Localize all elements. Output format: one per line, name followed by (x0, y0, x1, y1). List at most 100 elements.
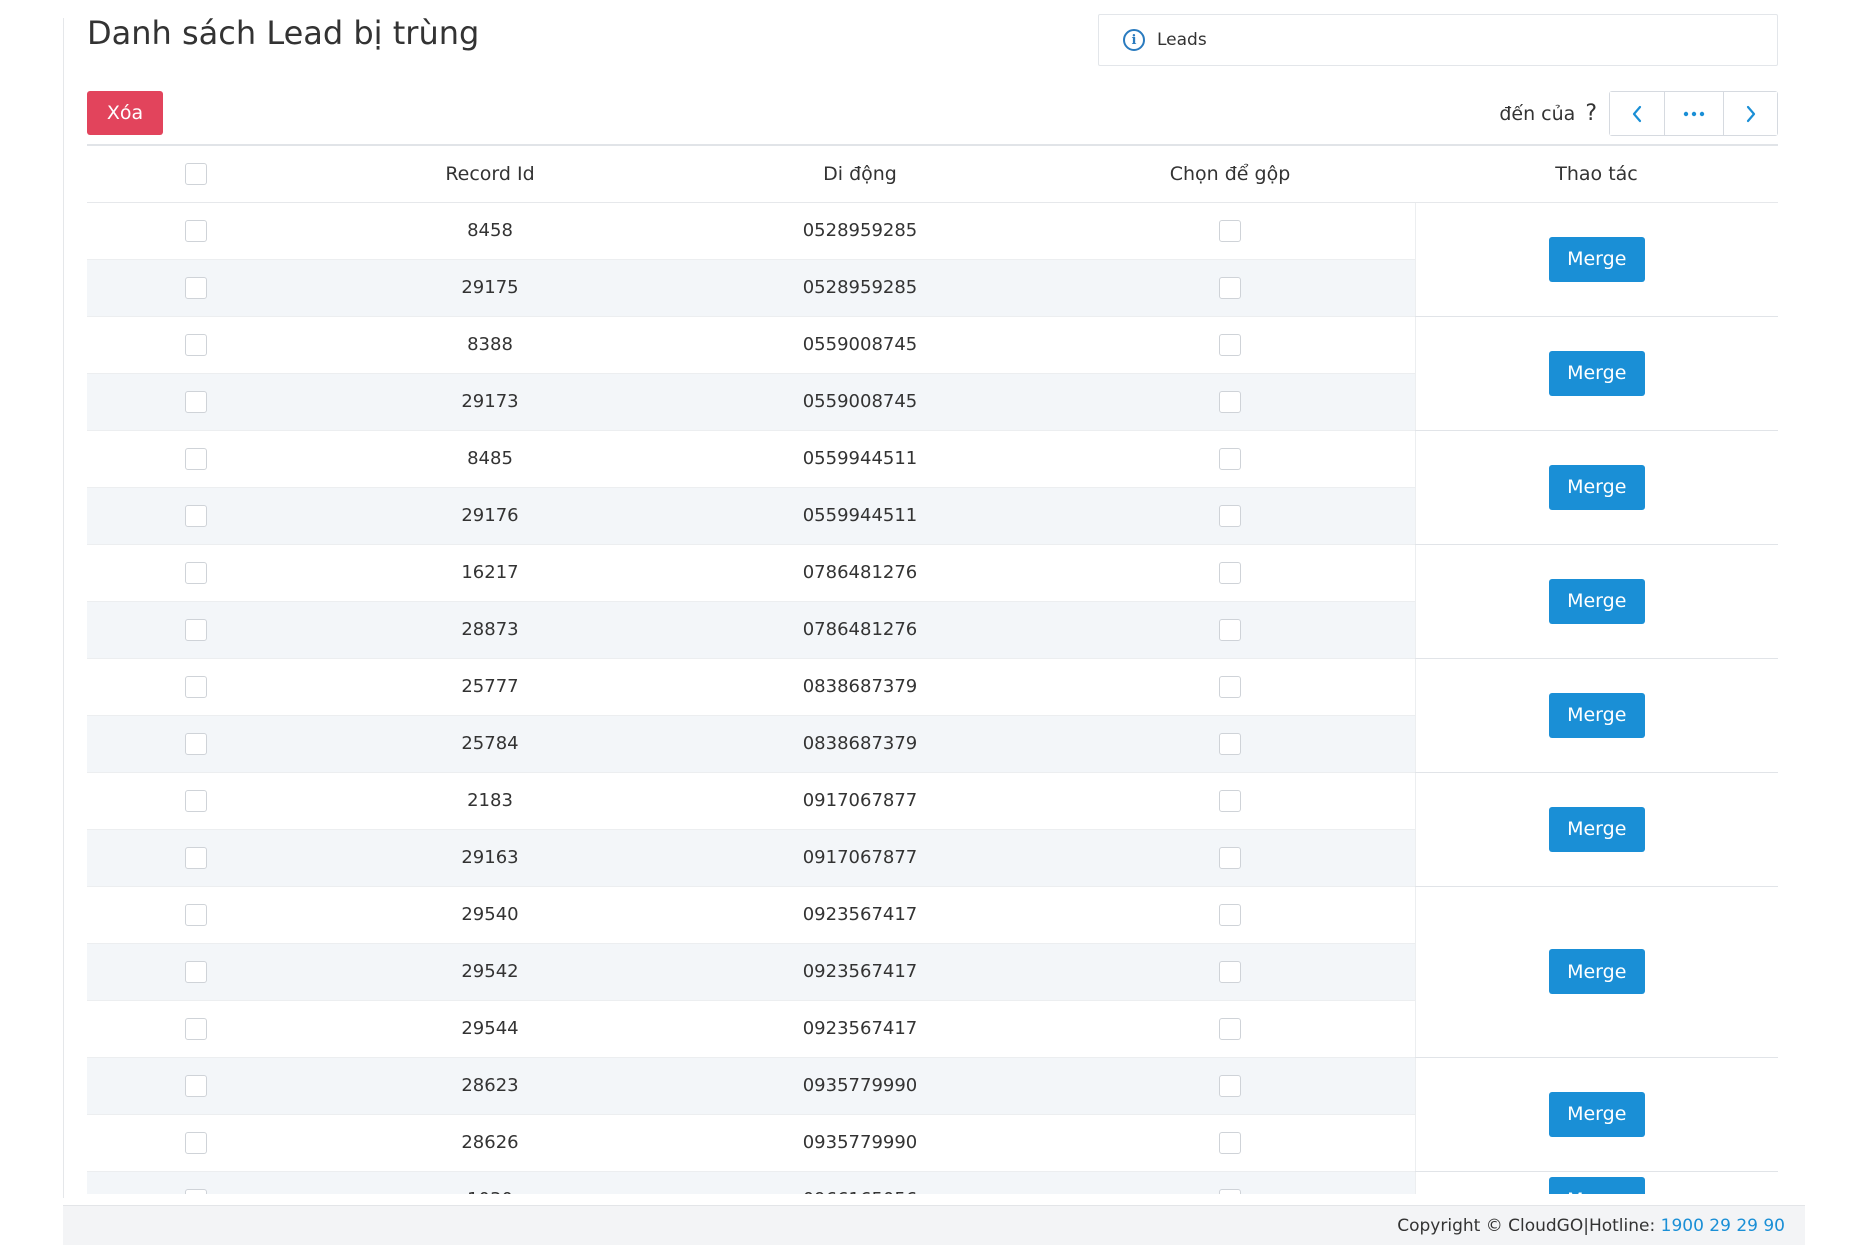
merge-select-cell (1045, 943, 1415, 1001)
mobile-cell: 0935779990 (675, 1057, 1045, 1115)
merge-select-checkbox[interactable] (1218, 447, 1241, 470)
table-row: 8388 0559008745 Merge (87, 316, 1778, 431)
merge-button[interactable]: Merge (1548, 1091, 1645, 1137)
merge-button[interactable]: Merge (1548, 692, 1645, 738)
row-select-checkbox[interactable] (185, 732, 207, 755)
record-id-cell: 29544 (305, 1000, 675, 1058)
merge-select-checkbox[interactable] (1218, 333, 1241, 356)
page-title: Danh sách Lead bị trùng (87, 14, 480, 52)
table-row: 16217 0786481276 Merge (87, 544, 1778, 659)
row-select-cell (87, 715, 305, 773)
merge-select-checkbox[interactable] (1218, 1017, 1241, 1040)
mobile-cell: 0935779990 (675, 1114, 1045, 1172)
duplicate-leads-table: Record Id Di động Chọn để gộp Thao tác 8… (87, 146, 1778, 1194)
page-jump-button[interactable] (1664, 92, 1723, 135)
column-header-select-to-merge: Chọn để gộp (1045, 146, 1415, 203)
actions-cell: Merge (1414, 202, 1778, 317)
table-row: 10300966165056 Merge (87, 1171, 1778, 1194)
record-id-cell: 25777 (305, 658, 675, 716)
row-select-checkbox[interactable] (185, 219, 207, 242)
row-select-checkbox[interactable] (185, 1017, 207, 1040)
row-select-checkbox[interactable] (185, 960, 207, 983)
merge-select-checkbox[interactable] (1218, 903, 1241, 926)
merge-button[interactable]: Merge (1548, 464, 1645, 510)
merge-select-checkbox[interactable] (1218, 618, 1241, 641)
merge-select-checkbox[interactable] (1218, 675, 1241, 698)
record-id-cell: 29542 (305, 943, 675, 1001)
record-id-cell: 25784 (305, 715, 675, 773)
column-header-mobile: Di động (675, 146, 1045, 203)
row-select-checkbox[interactable] (185, 276, 207, 299)
row-select-checkbox[interactable] (185, 618, 207, 641)
merge-select-cell (1045, 1000, 1415, 1058)
actions-cell: Merge (1414, 658, 1778, 773)
record-id-cell: 29173 (305, 373, 675, 431)
row-select-checkbox[interactable] (185, 504, 207, 527)
merge-select-checkbox[interactable] (1218, 219, 1241, 242)
row-select-checkbox[interactable] (185, 1131, 207, 1154)
merge-button[interactable]: Merge (1548, 350, 1645, 396)
merge-select-cell (1045, 658, 1415, 716)
row-select-cell (87, 943, 305, 1001)
row-select-checkbox[interactable] (185, 1074, 207, 1097)
merge-select-cell (1045, 544, 1415, 602)
row-select-checkbox[interactable] (185, 675, 207, 698)
actions-cell: Merge (1414, 316, 1778, 431)
duplicate-leads-table-container[interactable]: Record Id Di động Chọn để gộp Thao tác 8… (87, 144, 1778, 1194)
row-select-checkbox[interactable] (185, 903, 207, 926)
previous-page-button[interactable] (1610, 92, 1664, 135)
row-select-cell (87, 544, 305, 602)
merge-button[interactable]: Merge (1548, 806, 1645, 852)
pagination-buttons (1609, 91, 1778, 136)
row-select-checkbox[interactable] (185, 1188, 207, 1194)
merge-button[interactable]: Merge (1548, 578, 1645, 624)
merge-button[interactable]: Merge (1548, 236, 1645, 282)
hotline-number[interactable]: 1900 29 29 90 (1661, 1216, 1785, 1236)
row-select-cell (87, 1114, 305, 1172)
merge-select-checkbox[interactable] (1218, 1131, 1241, 1154)
row-select-cell (87, 316, 305, 374)
mobile-cell: 0528959285 (675, 202, 1045, 260)
merge-select-checkbox[interactable] (1218, 276, 1241, 299)
mobile-cell: 0838687379 (675, 658, 1045, 716)
merge-select-checkbox[interactable] (1218, 504, 1241, 527)
row-select-checkbox[interactable] (185, 846, 207, 869)
record-id-cell: 8485 (305, 430, 675, 488)
merge-select-cell (1045, 886, 1415, 944)
merge-select-cell (1045, 487, 1415, 545)
row-select-checkbox[interactable] (185, 561, 207, 584)
chevron-right-icon (1746, 105, 1755, 122)
merge-button[interactable]: Merge (1548, 949, 1645, 994)
record-id-cell: 8458 (305, 202, 675, 260)
merge-select-checkbox[interactable] (1218, 1074, 1241, 1097)
table-row: 2183 0917067877 Merge (87, 772, 1778, 887)
merge-select-cell (1045, 430, 1415, 488)
content-left-border (63, 18, 64, 1198)
row-select-checkbox[interactable] (185, 789, 207, 812)
merge-select-checkbox[interactable] (1218, 561, 1241, 584)
next-page-button[interactable] (1723, 92, 1777, 135)
actions-cell: Merge (1414, 1171, 1778, 1194)
merge-select-checkbox[interactable] (1218, 960, 1241, 983)
row-select-cell (87, 373, 305, 431)
record-id-cell: 28623 (305, 1057, 675, 1115)
merge-select-checkbox[interactable] (1218, 846, 1241, 869)
mobile-cell: 0923567417 (675, 886, 1045, 944)
row-select-cell (87, 487, 305, 545)
row-select-checkbox[interactable] (185, 390, 207, 413)
delete-button[interactable]: Xóa (87, 91, 163, 135)
mobile-cell: 0559944511 (675, 487, 1045, 545)
actions-cell: Merge (1414, 430, 1778, 545)
select-all-checkbox[interactable] (185, 163, 207, 185)
mobile-cell: 0559008745 (675, 316, 1045, 374)
merge-select-checkbox[interactable] (1218, 390, 1241, 413)
row-select-checkbox[interactable] (185, 447, 207, 470)
merge-select-checkbox[interactable] (1218, 732, 1241, 755)
merge-select-checkbox[interactable] (1218, 789, 1241, 812)
merge-button[interactable]: Merge (1548, 1177, 1645, 1194)
merge-select-checkbox[interactable] (1218, 1188, 1241, 1194)
mobile-cell: 0528959285 (675, 259, 1045, 317)
actions-cell: Merge (1414, 544, 1778, 659)
table-row: 29540 0923567417 Merge (87, 886, 1778, 1058)
row-select-checkbox[interactable] (185, 333, 207, 356)
